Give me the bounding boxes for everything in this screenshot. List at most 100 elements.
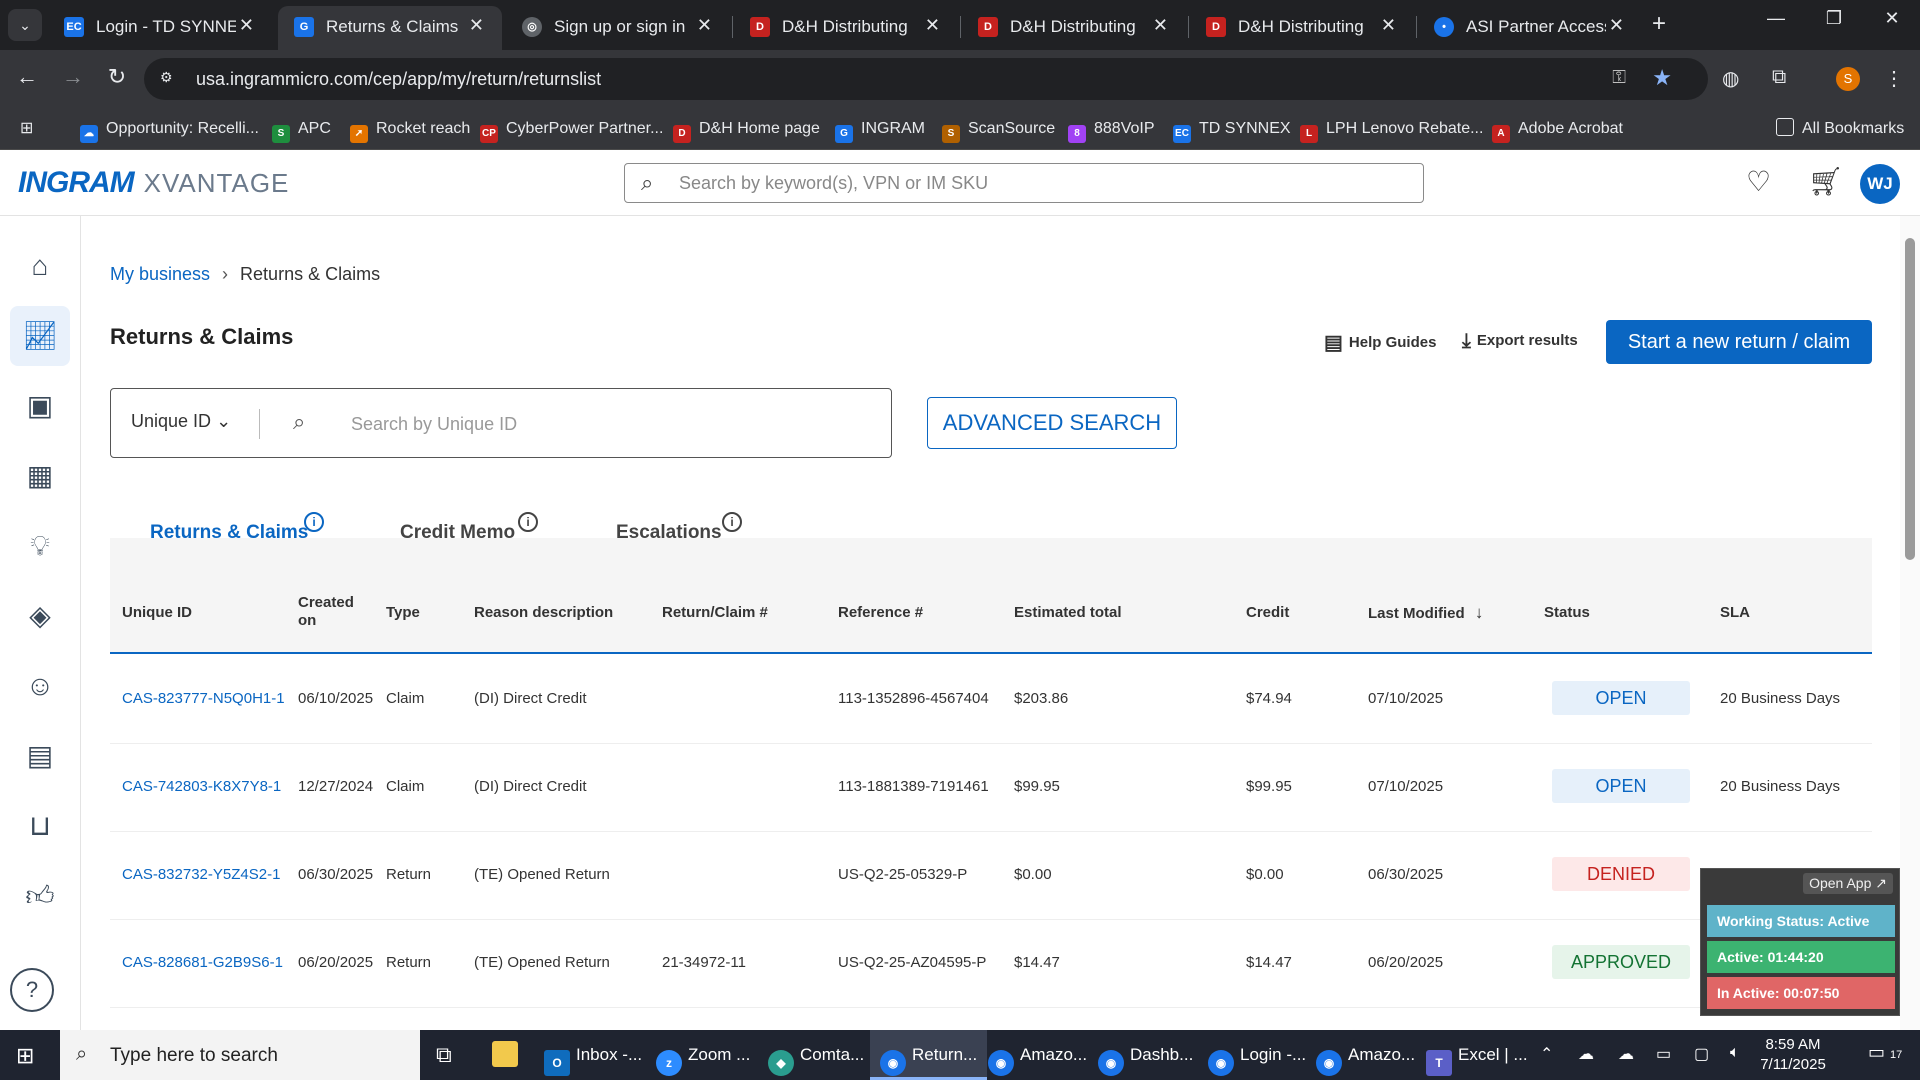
user-avatar[interactable]: WJ — [1860, 164, 1900, 204]
system-clock[interactable]: 8:59 AM 7/11/2025 — [1754, 1035, 1832, 1075]
tray-chevron-up-icon[interactable]: ⌃ — [1540, 1044, 1553, 1064]
close-tab-icon[interactable]: ✕ — [1381, 15, 1396, 36]
forward-icon[interactable]: → — [58, 64, 88, 90]
taskbar-app[interactable]: ◆ Comta... — [768, 1030, 864, 1080]
all-bookmarks[interactable]: All Bookmarks — [1776, 116, 1904, 142]
close-tab-icon[interactable]: ✕ — [697, 15, 712, 36]
services-cube-icon[interactable]: ◈ — [10, 586, 70, 646]
store-icon[interactable]: ▦ — [10, 446, 70, 506]
back-icon[interactable]: ← — [12, 64, 42, 90]
bookmark-item[interactable]: CP CyberPower Partner... — [480, 116, 663, 143]
bookmark-item[interactable]: A Adobe Acrobat — [1492, 116, 1623, 143]
bookmark-item[interactable]: 8 888VoIP — [1068, 116, 1155, 143]
windows-start-icon[interactable]: ⊞ — [16, 1043, 40, 1068]
bookmark-item[interactable]: L LPH Lenovo Rebate... — [1300, 116, 1483, 143]
help-guides-link[interactable]: ▤ Help Guides — [1324, 330, 1436, 355]
tab-search-button[interactable]: ⌄ — [8, 9, 42, 41]
calendar-icon[interactable]: ▤ — [10, 726, 70, 786]
scrollbar-thumb[interactable] — [1905, 238, 1915, 560]
volume-icon[interactable]: 🔈︎ — [1730, 1044, 1740, 1062]
export-results-link[interactable]: ⤓ Export results — [1462, 330, 1578, 353]
col-last-modified[interactable]: Last Modified ↓ — [1368, 604, 1483, 623]
col-type[interactable]: Type — [386, 604, 420, 622]
close-tab-icon[interactable]: ✕ — [925, 15, 940, 36]
extensions-icon[interactable]: ⧉ — [1772, 66, 1786, 89]
url-text[interactable]: usa.ingrammicro.com/cep/app/my/return/re… — [196, 69, 601, 90]
home-icon[interactable]: ⌂ — [10, 236, 70, 296]
info-icon[interactable]: i — [304, 512, 324, 532]
col-sla[interactable]: SLA — [1720, 604, 1750, 622]
task-view-icon[interactable]: ⧉ — [436, 1030, 452, 1080]
col-reference[interactable]: Reference # — [838, 604, 923, 622]
advanced-search-button[interactable]: ADVANCED SEARCH — [927, 397, 1177, 449]
bookmark-item[interactable]: S ScanSource — [942, 116, 1055, 143]
translate-icon[interactable]: ◍ — [1722, 66, 1739, 91]
menu-dots-icon[interactable]: ⋮ — [1884, 66, 1904, 91]
site-info-icon[interactable]: ⚙ — [160, 69, 180, 89]
page-scrollbar[interactable] — [1900, 216, 1920, 1030]
onedrive-icon[interactable]: ☁ — [1578, 1044, 1594, 1064]
unique-id-link[interactable]: CAS-832732-Y5Z4S2-1 — [122, 866, 280, 883]
bookmark-item[interactable]: ☁ Opportunity: Recelli... — [80, 116, 259, 143]
unique-id-link[interactable]: CAS-742803-K8X7Y8-1 — [122, 778, 281, 795]
start-new-return-button[interactable]: Start a new return / claim — [1606, 320, 1872, 364]
cart-icon[interactable]: 🛒︎ — [1808, 165, 1844, 198]
close-tab-icon[interactable]: ✕ — [1609, 15, 1624, 36]
support-person-icon[interactable]: ☺ — [10, 656, 70, 716]
browser-tab[interactable]: EC Login - TD SYNNEX ✕ — [48, 6, 272, 50]
restore-icon[interactable]: ❐ — [1814, 8, 1854, 29]
col-created-on[interactable]: Created on — [298, 594, 358, 630]
taskbar-app[interactable]: ◉ Login -... — [1208, 1030, 1306, 1080]
col-credit[interactable]: Credit — [1246, 604, 1289, 622]
info-icon[interactable]: i — [722, 512, 742, 532]
taskbar-app[interactable]: O Inbox -... — [544, 1030, 642, 1080]
global-search-input[interactable] — [679, 170, 1399, 196]
bookmark-item[interactable]: D D&H Home page — [673, 116, 820, 143]
browser-tab[interactable]: • ASI Partner Access ✕ — [1418, 6, 1642, 50]
bookmark-item[interactable]: ➚ Rocket reach — [350, 116, 470, 143]
password-key-icon[interactable]: ⚿ — [1612, 67, 1626, 88]
open-app-button[interactable]: Open App ↗ — [1803, 873, 1893, 894]
unique-id-search-input[interactable] — [351, 411, 851, 437]
taskbar-app[interactable]: ◉ Dashb... — [1098, 1030, 1193, 1080]
browser-tab[interactable]: ◎ Sign up or sign in ✕ — [506, 6, 730, 50]
network-icon[interactable]: ▢ — [1694, 1044, 1709, 1064]
browser-tab[interactable]: D D&H Distributing ✕ — [1190, 6, 1414, 50]
search-field-select[interactable]: Unique ID ⌄ — [131, 411, 231, 432]
unique-id-link[interactable]: CAS-828681-G2B9S6-1 — [122, 954, 283, 971]
col-estimated-total[interactable]: Estimated total — [1014, 604, 1122, 622]
favorites-heart-icon[interactable]: ♡ — [1746, 165, 1771, 198]
global-search-box[interactable]: ⌕ — [624, 163, 1424, 203]
new-tab-button[interactable]: + — [1652, 10, 1666, 38]
breadcrumb-my-business[interactable]: My business — [110, 264, 210, 284]
apps-grid-icon[interactable]: ⊞ — [20, 116, 33, 142]
battery-icon[interactable]: ▭ — [1656, 1044, 1671, 1064]
minimize-icon[interactable]: — — [1756, 8, 1796, 29]
close-tab-icon[interactable]: ✕ — [469, 15, 484, 36]
close-tab-icon[interactable]: ✕ — [239, 15, 254, 36]
taskbar-app-active[interactable]: ◉ Return... — [870, 1030, 988, 1080]
browser-tab-active[interactable]: G Returns & Claims ✕ — [278, 6, 502, 50]
taskbar-app[interactable]: z Zoom ... — [656, 1030, 750, 1080]
bookmark-item[interactable]: S APC — [272, 116, 331, 143]
address-bar[interactable]: ⚙ usa.ingrammicro.com/cep/app/my/return/… — [144, 58, 1708, 100]
onedrive-icon[interactable]: ☁ — [1618, 1044, 1634, 1064]
bookmark-item[interactable]: G INGRAM — [835, 116, 925, 143]
help-icon[interactable]: ? — [10, 968, 54, 1012]
taskbar-app[interactable]: ◉ Amazo... — [988, 1030, 1087, 1080]
ingram-xvantage-logo[interactable]: INGRAM XVANTAGE — [18, 166, 289, 200]
bookmark-star-icon[interactable]: ★ — [1652, 65, 1672, 91]
taskbar-search[interactable]: ⌕ Type here to search — [60, 1030, 420, 1080]
taskbar-app[interactable]: T Excel | ... — [1426, 1030, 1528, 1080]
taskbar-app[interactable]: ◉ Amazo... — [1316, 1030, 1415, 1080]
info-icon[interactable]: i — [518, 512, 538, 532]
my-business-chart-icon[interactable]: 📈︎ — [10, 306, 70, 366]
col-status[interactable]: Status — [1544, 604, 1590, 622]
notifications-icon[interactable]: ▭ 17 — [1868, 1042, 1902, 1063]
close-tab-icon[interactable]: ✕ — [1153, 15, 1168, 36]
sort-arrow-down-icon[interactable]: ↓ — [1475, 603, 1484, 622]
insights-lightbulb-icon[interactable]: 💡︎ — [10, 516, 70, 576]
reload-icon[interactable]: ↻ — [102, 64, 132, 90]
close-window-icon[interactable]: ✕ — [1872, 8, 1912, 29]
profile-avatar[interactable]: S — [1836, 67, 1860, 91]
